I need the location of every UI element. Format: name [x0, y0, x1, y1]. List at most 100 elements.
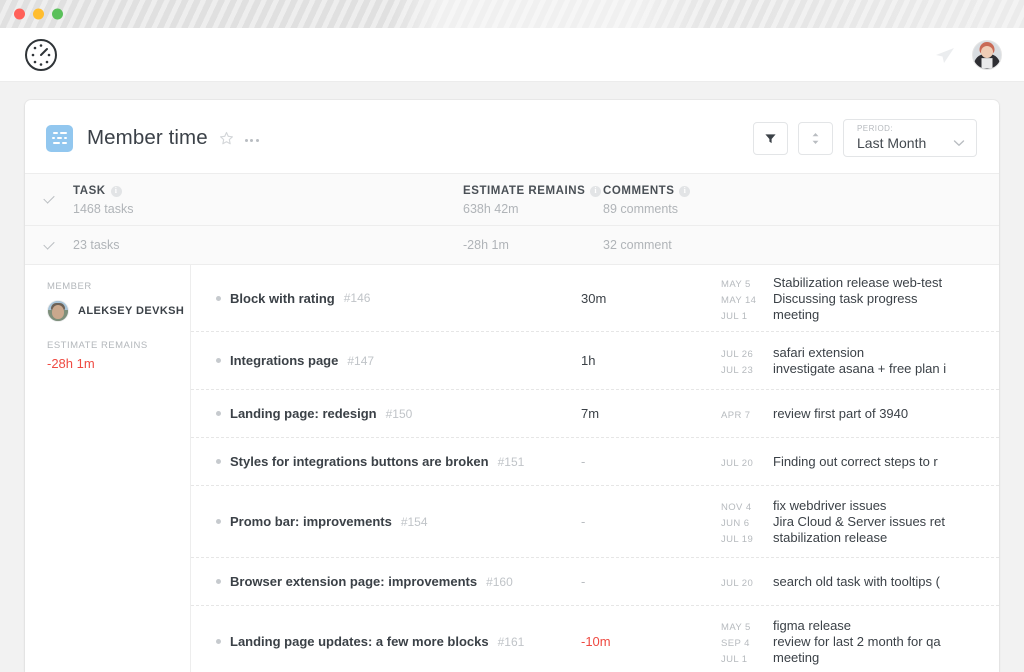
comment-item[interactable]: JUL 20Finding out correct steps to r [721, 454, 993, 469]
comment-item[interactable]: MAY 14Discussing task progress [721, 291, 993, 306]
comment-date: MAY 5 [721, 622, 773, 633]
task-name: Landing page: redesign [230, 406, 377, 421]
estimate-cell: - [581, 574, 721, 589]
comment-date: JUL 20 [721, 578, 773, 589]
table-row[interactable]: Block with rating #146 30mMAY 5Stabilizati… [191, 265, 999, 332]
column-header-estimate[interactable]: ESTIMATE REMAINS i 638h 42m [463, 174, 603, 225]
paper-plane-icon[interactable] [934, 45, 956, 65]
comment-text: Discussing task progress [773, 291, 918, 306]
header-controls: PERIOD: Last Month [753, 119, 977, 157]
traffic-lights [14, 9, 63, 20]
task-cell[interactable]: Promo bar: improvements#154 [191, 514, 581, 529]
info-icon[interactable]: i [590, 186, 601, 197]
column-header-comments[interactable]: COMMENTS i 89 comments [603, 174, 999, 225]
comment-item[interactable]: APR 7review first part of 3940 [721, 406, 993, 421]
appbar-actions [934, 40, 1002, 70]
comments-cell: JUL 20Finding out correct steps to r [721, 453, 999, 470]
group-collapse-toggle[interactable] [25, 244, 73, 247]
user-avatar[interactable] [972, 40, 1002, 70]
task-cell[interactable]: Landing page: redesign #150 [191, 406, 581, 421]
member-panel: MEMBER ALEKSEY DEVKSH ESTIMATE REMAINS -… [25, 265, 191, 672]
table-row[interactable]: Styles for integrations buttons are brok… [191, 438, 999, 486]
table-row[interactable]: Browser extension page: improvements#160… [191, 558, 999, 606]
collapse-all-toggle[interactable] [25, 174, 73, 225]
comment-text: meeting [773, 650, 819, 665]
table-body: MEMBER ALEKSEY DEVKSH ESTIMATE REMAINS -… [25, 265, 999, 672]
comment-text: Stabilization release web-test [773, 275, 942, 290]
task-name: Landing page updates: a few more blocks [230, 634, 489, 649]
column-header-task[interactable]: TASK i 1468 tasks [73, 174, 463, 225]
task-id: #150 [386, 407, 413, 421]
task-name: Styles for integrations buttons are brok… [230, 454, 489, 469]
comment-item[interactable]: JUL 1meeting [721, 307, 993, 322]
member-identity[interactable]: ALEKSEY DEVKSH [47, 300, 190, 322]
estimate-cell: - [581, 454, 721, 469]
task-id: #147 [347, 354, 374, 368]
task-id: #146 [344, 291, 371, 305]
comment-item[interactable]: JUL 20search old task with tooltips ( [721, 574, 993, 589]
table-row[interactable]: Integrations page#1471hJUL 26safari exte… [191, 332, 999, 390]
comment-item[interactable]: JUN 6Jira Cloud & Server issues ret [721, 514, 993, 529]
chevron-down-icon [953, 134, 965, 152]
report-card: Member time [25, 100, 999, 672]
comment-item[interactable]: SEP 4review for last 2 month for qa [721, 634, 993, 649]
task-cell[interactable]: Landing page updates: a few more blocks #… [191, 634, 581, 649]
ellipsis-icon[interactable] [245, 134, 259, 142]
estimate-cell: 1h [581, 353, 721, 368]
filter-funnel-icon[interactable] [753, 122, 788, 155]
comment-date: MAY 5 [721, 279, 773, 290]
comment-date: JUL 20 [721, 458, 773, 469]
info-icon[interactable]: i [679, 186, 690, 197]
task-bullet-icon [216, 579, 221, 584]
task-rows: Block with rating#14630mMAY 5Stabilizati… [191, 265, 999, 672]
table-row[interactable]: Landing page updates: a few more blocks #… [191, 606, 999, 672]
comment-item[interactable]: JUL 1meeting [721, 650, 993, 665]
timer-clock-icon[interactable] [24, 38, 58, 72]
comment-text: investigate asana + free plan i [773, 361, 946, 376]
close-button[interactable] [14, 9, 25, 20]
table-row[interactable]: Promo bar: improvements#154-NOV 4fix web… [191, 486, 999, 558]
comments-cell: JUL 20search old task with tooltips ( [721, 573, 999, 590]
comment-date: JUL 26 [721, 349, 773, 360]
group-comment-count: 32 comment [603, 238, 999, 252]
sort-updown-icon[interactable] [798, 122, 833, 155]
table-row[interactable]: Landing page: redesign#1507mAPR 7review … [191, 390, 999, 438]
period-dropdown[interactable]: PERIOD: Last Month [843, 119, 977, 157]
comment-item[interactable]: JUL 19stabilization release [721, 530, 993, 545]
task-cell[interactable]: Integrations page#147 [191, 353, 581, 368]
comment-item[interactable]: JUL 23investigate asana + free plan i [721, 361, 993, 376]
member-estimate-value: -28h 1m [47, 356, 190, 371]
comments-cell: MAY 5figma releaseSEP 4review for last 2… [721, 617, 999, 666]
task-name: Block with rating [230, 291, 335, 306]
page-container: Member time [0, 82, 1024, 672]
chevron-down-icon [43, 192, 54, 203]
task-bullet-icon [216, 459, 221, 464]
table-header: TASK i 1468 tasks ESTIMATE REMAINS i 638… [25, 173, 999, 226]
column-summary-comments: 89 comments [603, 202, 999, 216]
member-avatar [47, 300, 69, 322]
comment-item[interactable]: NOV 4fix webdriver issues [721, 498, 993, 513]
comment-item[interactable]: MAY 5Stabilization release web-test [721, 275, 993, 290]
comment-item[interactable]: JUL 26safari extension [721, 345, 993, 360]
info-icon[interactable]: i [111, 186, 122, 197]
task-id: #160 [486, 575, 513, 589]
comment-date: JUL 19 [721, 534, 773, 545]
estimate-cell: 30m [581, 291, 721, 306]
zoom-button[interactable] [52, 9, 63, 20]
comment-text: safari extension [773, 345, 864, 360]
member-estimate-label: ESTIMATE REMAINS [47, 340, 190, 351]
comment-item[interactable]: MAY 5figma release [721, 618, 993, 633]
comment-date: JUL 23 [721, 365, 773, 376]
minimize-button[interactable] [33, 9, 44, 20]
comment-text: figma release [773, 618, 851, 633]
avatar-shirt [982, 57, 993, 69]
task-cell[interactable]: Browser extension page: improvements#160 [191, 574, 581, 589]
task-id: #161 [498, 635, 525, 649]
task-cell[interactable]: Styles for integrations buttons are brok… [191, 454, 581, 469]
task-cell[interactable]: Block with rating #146 [191, 291, 581, 306]
comment-date: MAY 14 [721, 295, 773, 306]
comments-cell: MAY 5Stabilization release web-testMAY 1… [721, 274, 999, 323]
task-bullet-icon [216, 296, 221, 301]
star-outline-icon[interactable] [219, 131, 234, 146]
estimate-cell: -10m [581, 634, 721, 649]
